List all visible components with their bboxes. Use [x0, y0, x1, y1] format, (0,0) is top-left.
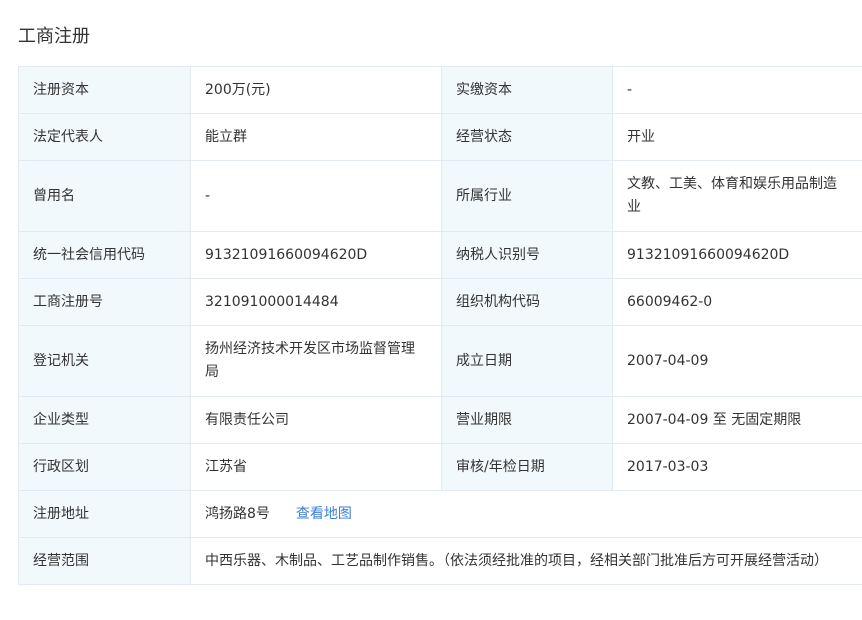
label-operating-status: 经营状态	[441, 113, 613, 161]
value-review-date: 2017-03-03	[612, 443, 862, 491]
label-business-scope: 经营范围	[18, 537, 191, 585]
table-row: 注册资本 200万(元) 实缴资本 -	[18, 66, 862, 114]
section-title: 工商注册	[18, 26, 90, 47]
label-company-type: 企业类型	[18, 396, 191, 444]
value-taxpayer-id: 91321091660094620D	[612, 231, 862, 279]
table-row: 行政区划 江苏省 审核/年检日期 2017-03-03	[18, 443, 862, 491]
label-registered-address: 注册地址	[18, 490, 191, 538]
value-legal-representative: 能立群	[190, 113, 442, 161]
value-administrative-region: 江苏省	[190, 443, 442, 491]
label-registered-capital: 注册资本	[18, 66, 191, 114]
table-row: 曾用名 - 所属行业 文教、工美、体育和娱乐用品制造业	[18, 160, 862, 232]
label-paid-in-capital: 实缴资本	[441, 66, 613, 114]
table-row: 统一社会信用代码 91321091660094620D 纳税人识别号 91321…	[18, 231, 862, 279]
label-registration-authority: 登记机关	[18, 325, 191, 397]
value-company-type: 有限责任公司	[190, 396, 442, 444]
value-former-name: -	[190, 160, 442, 232]
value-registered-address: 鸿扬路8号	[205, 505, 270, 522]
business-registration-table: 注册资本 200万(元) 实缴资本 - 法定代表人 能立群 经营状态 开业 曾用…	[18, 66, 862, 585]
value-registration-authority: 扬州经济技术开发区市场监督管理局	[190, 325, 442, 397]
label-established-date: 成立日期	[441, 325, 613, 397]
value-operating-status: 开业	[612, 113, 862, 161]
value-registered-address-cell: 鸿扬路8号 查看地图	[190, 490, 862, 538]
value-industry: 文教、工美、体育和娱乐用品制造业	[612, 160, 862, 232]
label-credit-code: 统一社会信用代码	[18, 231, 191, 279]
value-business-scope: 中西乐器、木制品、工艺品制作销售。（依法须经批准的项目，经相关部门批准后方可开展…	[190, 537, 862, 585]
value-business-term: 2007-04-09 至 无固定期限	[612, 396, 862, 444]
view-map-link[interactable]: 查看地图	[296, 506, 352, 522]
table-row: 工商注册号 321091000014484 组织机构代码 66009462-0	[18, 278, 862, 326]
value-registration-number: 321091000014484	[190, 278, 442, 326]
label-taxpayer-id: 纳税人识别号	[441, 231, 613, 279]
value-paid-in-capital: -	[612, 66, 862, 114]
label-former-name: 曾用名	[18, 160, 191, 232]
table-row: 企业类型 有限责任公司 营业期限 2007-04-09 至 无固定期限	[18, 396, 862, 444]
value-credit-code: 91321091660094620D	[190, 231, 442, 279]
label-legal-representative: 法定代表人	[18, 113, 191, 161]
label-registration-number: 工商注册号	[18, 278, 191, 326]
table-row: 法定代表人 能立群 经营状态 开业	[18, 113, 862, 161]
label-administrative-region: 行政区划	[18, 443, 191, 491]
value-established-date: 2007-04-09	[612, 325, 862, 397]
value-registered-capital: 200万(元)	[190, 66, 442, 114]
label-business-term: 营业期限	[441, 396, 613, 444]
table-row: 注册地址 鸿扬路8号 查看地图	[18, 490, 862, 538]
label-industry: 所属行业	[441, 160, 613, 232]
label-organization-code: 组织机构代码	[441, 278, 613, 326]
table-row: 登记机关 扬州经济技术开发区市场监督管理局 成立日期 2007-04-09	[18, 325, 862, 397]
label-review-date: 审核/年检日期	[441, 443, 613, 491]
table-row: 经营范围 中西乐器、木制品、工艺品制作销售。（依法须经批准的项目，经相关部门批准…	[18, 537, 862, 585]
value-organization-code: 66009462-0	[612, 278, 862, 326]
